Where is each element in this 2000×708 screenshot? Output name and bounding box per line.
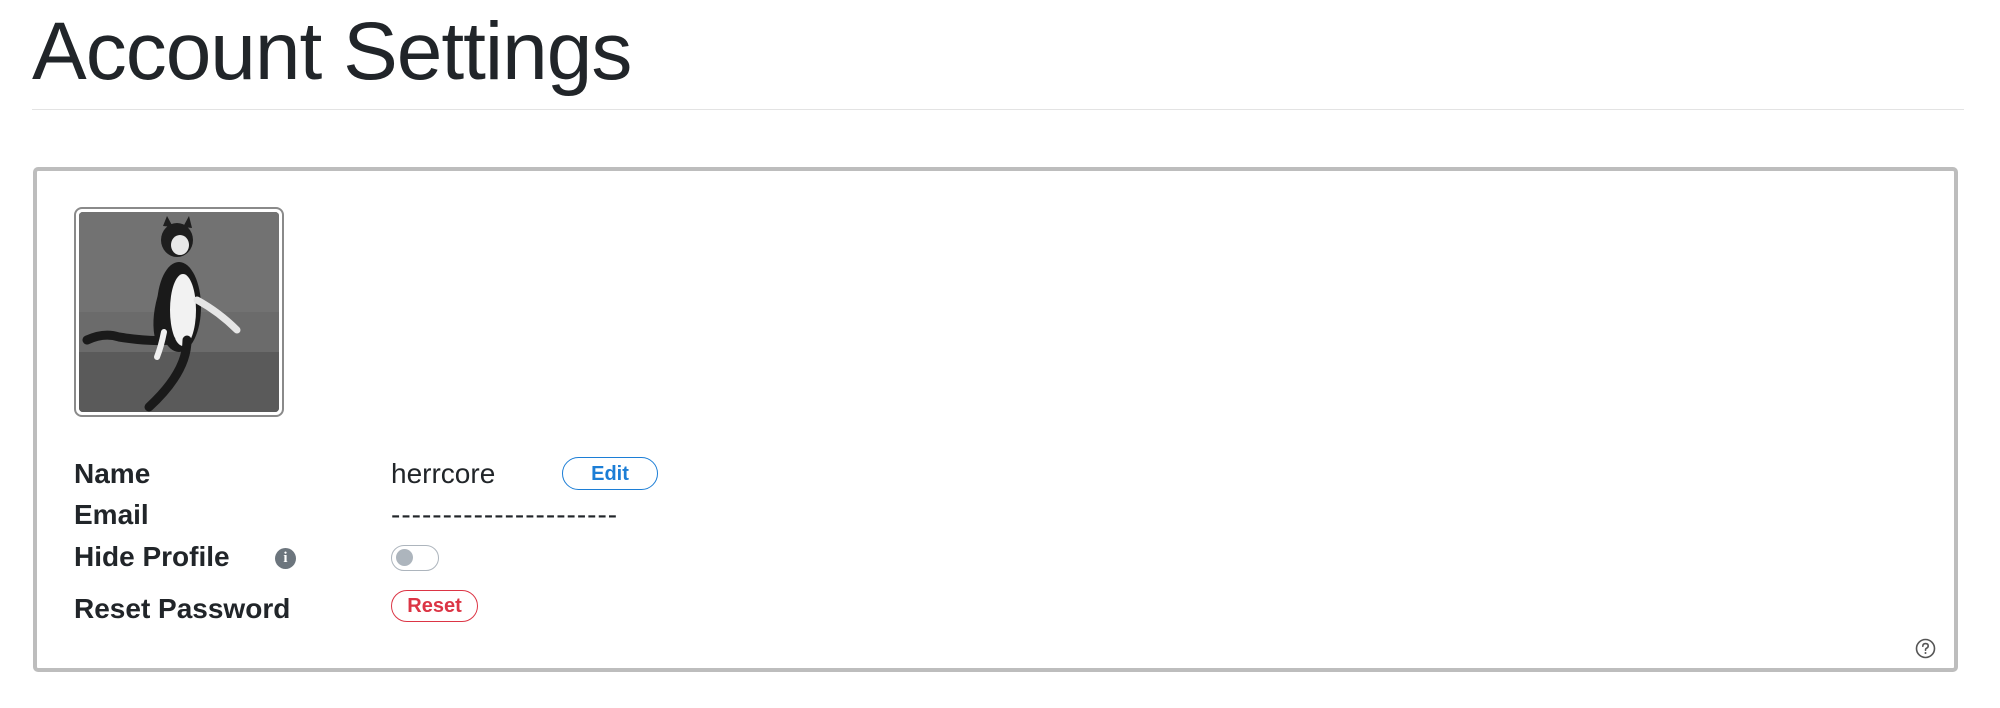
avatar[interactable] <box>74 207 284 417</box>
email-row: Email ---------------------- <box>74 495 1074 535</box>
reset-password-button[interactable]: Reset <box>391 590 478 622</box>
hide-profile-row: Hide Profile i <box>74 537 1074 577</box>
profile-photo <box>79 212 279 412</box>
name-label: Name <box>74 458 151 489</box>
name-row: Name herrcore Edit <box>74 454 1074 494</box>
question-circle-icon[interactable] <box>1915 638 1936 659</box>
reset-password-row: Reset Password Reset <box>74 589 1074 629</box>
hide-profile-label: Hide Profile <box>74 541 230 572</box>
name-value: herrcore <box>391 458 496 489</box>
page-title: Account Settings <box>32 6 632 97</box>
email-label: Email <box>74 499 149 530</box>
edit-name-button[interactable]: Edit <box>562 457 658 490</box>
title-divider <box>32 109 1964 110</box>
toggle-knob <box>396 549 413 566</box>
reset-password-label: Reset Password <box>74 593 291 624</box>
account-settings-card: Name herrcore Edit Email ---------------… <box>33 167 1958 672</box>
hide-profile-toggle[interactable] <box>391 545 439 571</box>
info-icon[interactable]: i <box>275 548 296 569</box>
account-settings-page: Account Settings Name herrcore Edit Emai… <box>0 0 2000 708</box>
email-value: ---------------------- <box>391 499 619 530</box>
